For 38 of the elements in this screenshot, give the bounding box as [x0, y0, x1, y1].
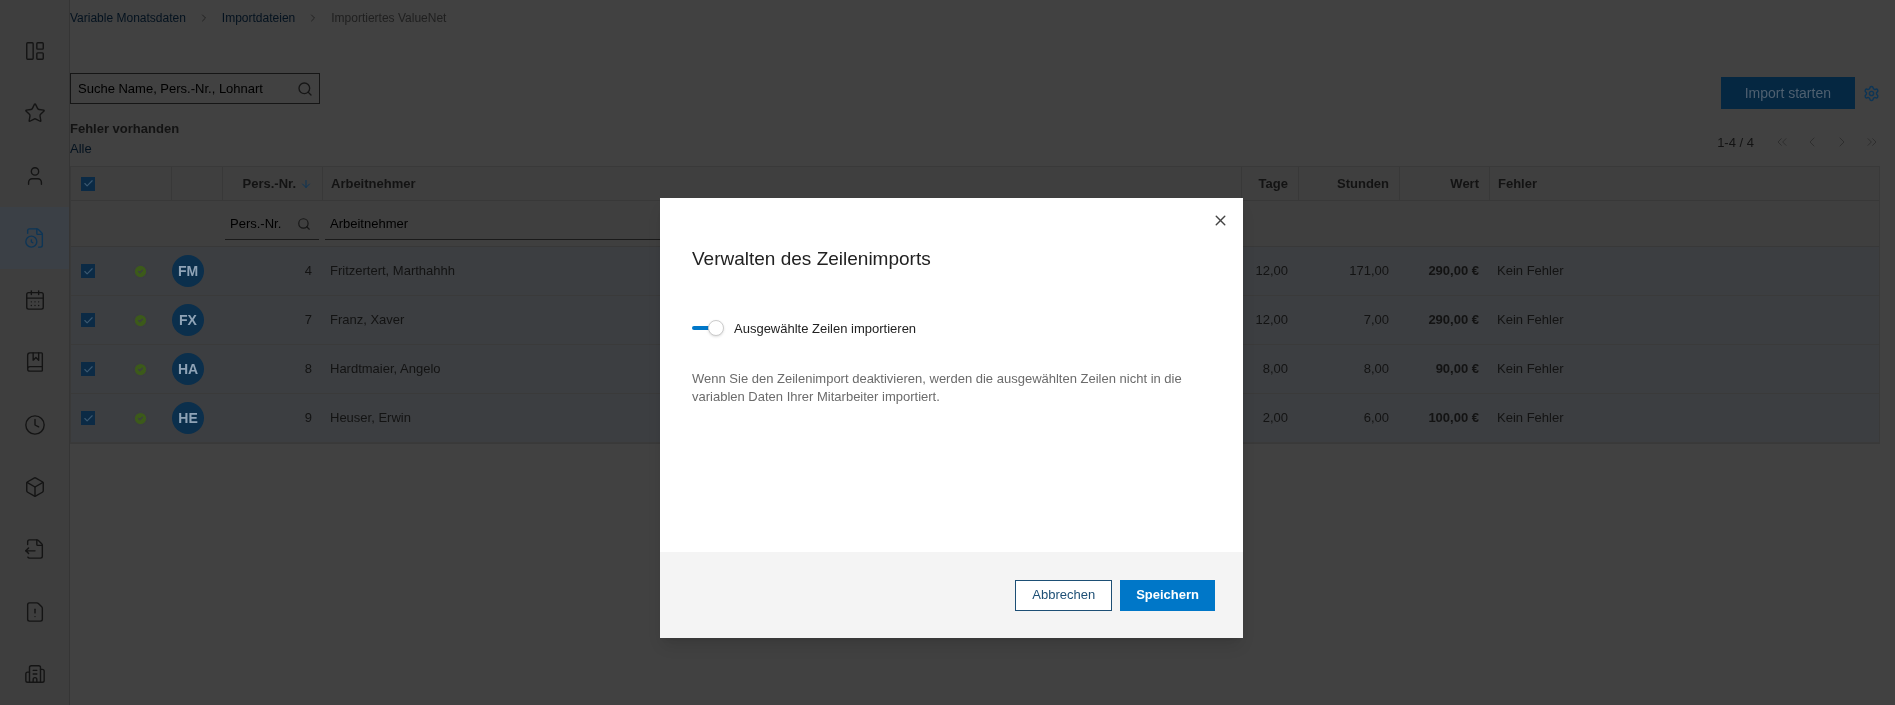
breadcrumb-link[interactable]: Importdateien — [221, 9, 296, 27]
search-icon — [297, 216, 311, 231]
avatar: HA — [172, 353, 204, 385]
cube-icon — [23, 476, 46, 498]
checkbox[interactable] — [81, 313, 95, 327]
star-icon — [23, 102, 46, 125]
toggle-label: Ausgewählte Zeilen importieren — [734, 319, 917, 338]
check-circle-icon — [133, 263, 148, 279]
check-circle-icon — [133, 361, 148, 377]
dialog-title: Verwalten des Zeilenimports — [692, 247, 932, 271]
checkbox[interactable] — [81, 176, 95, 191]
check-circle-icon — [133, 312, 148, 328]
checkbox[interactable] — [81, 411, 95, 425]
breadcrumb-link[interactable]: Variable Monatsdaten — [70, 9, 186, 27]
avatar: FM — [172, 255, 204, 287]
cancel-button[interactable]: Abbrechen — [1015, 579, 1113, 611]
checkbox[interactable] — [81, 362, 95, 376]
building-icon — [23, 662, 46, 685]
save-button[interactable]: Speichern — [1120, 579, 1215, 611]
search-icon — [297, 80, 313, 97]
dialog-description: Wenn Sie den Zeilenimport deaktivieren, werden die ausgewählten Zeilen nicht in die variablen Daten Ihrer Mitarbeiter importiert. — [692, 370, 1183, 406]
document-export-icon — [23, 538, 46, 561]
filter-field[interactable]: Pers.-Nr. — [225, 207, 319, 240]
sort-down-icon[interactable] — [300, 177, 312, 190]
check-circle-icon — [133, 410, 148, 426]
checkbox[interactable] — [81, 264, 95, 278]
document-clock-icon — [23, 226, 46, 249]
calendar-icon — [23, 289, 46, 312]
avatar: HE — [172, 402, 204, 434]
import-button[interactable]: Import starten — [1720, 77, 1855, 109]
dashboard-icon — [23, 40, 46, 63]
avatar: FX — [172, 304, 204, 336]
filter-value[interactable]: Alle — [70, 138, 180, 158]
clock-icon — [23, 413, 46, 436]
settings-icon[interactable] — [1863, 84, 1880, 102]
search-field[interactable]: Suche Name, Pers.-Nr., Lohnart — [70, 73, 320, 104]
toggle-switch[interactable] — [692, 320, 724, 337]
nav-item[interactable] — [0, 206, 69, 270]
